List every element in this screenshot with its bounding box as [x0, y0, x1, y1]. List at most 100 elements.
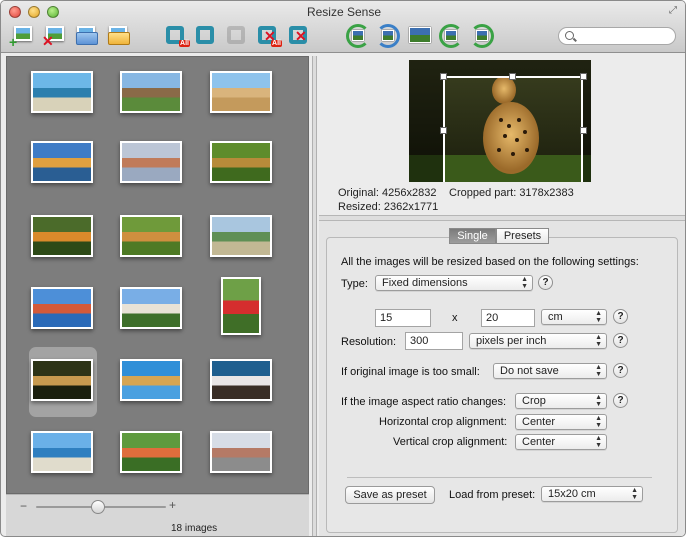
crop-handle[interactable] [580, 127, 587, 134]
width-field[interactable]: 15 [375, 309, 431, 327]
all-badge: All [271, 40, 282, 47]
image-thumbnail[interactable] [31, 287, 93, 329]
rotate-left-button[interactable] [344, 22, 372, 48]
type-popup[interactable]: Fixed dimensions ▲ ▼ [375, 275, 533, 291]
image-thumbnail[interactable] [210, 431, 272, 473]
rotate-right-button[interactable] [374, 22, 402, 48]
image-thumbnail[interactable] [221, 277, 261, 335]
cropped-size: Cropped part: 3178x2383 [449, 187, 574, 199]
add-images-button[interactable]: + [9, 22, 37, 50]
image-thumbnail[interactable] [120, 71, 182, 113]
image-thumbnail[interactable] [120, 215, 182, 257]
image-thumbnail[interactable] [120, 141, 182, 183]
vertical-splitter[interactable] [312, 56, 317, 536]
remove-images-button[interactable]: ✕ [41, 22, 69, 49]
too-small-label: If original image is too small: [341, 366, 480, 378]
aspect-label: If the image aspect ratio changes: [341, 396, 507, 408]
v-align-popup[interactable]: Center ▲ ▼ [515, 434, 607, 450]
settings-panel: All the images will be resized based on … [319, 221, 685, 536]
image-icon [445, 30, 457, 41]
image-thumbnail[interactable] [31, 215, 93, 257]
resolution-field[interactable]: 300 [405, 332, 463, 350]
unit-value: cm [548, 311, 563, 323]
preview-area: Original: 4256x2832 Resized: 2362x1771 C… [319, 56, 685, 216]
resized-size: Resized: 2362x1771 [338, 201, 439, 213]
settings-group: All the images will be resized based on … [326, 237, 678, 533]
rotate-ccw-button[interactable] [437, 22, 465, 48]
image-thumbnail[interactable] [210, 141, 272, 183]
image-thumbnail[interactable] [120, 431, 182, 473]
image-thumbnail[interactable] [210, 359, 272, 401]
open-folder-button[interactable] [72, 22, 100, 48]
unit-popup[interactable]: cm ▲ ▼ [541, 309, 607, 325]
image-thumbnail[interactable] [120, 287, 182, 329]
save-preset-button[interactable]: Save as preset [345, 486, 435, 504]
rotate-cw-button[interactable] [468, 22, 496, 48]
crop-icon [227, 26, 245, 44]
help-icon[interactable]: ? [613, 363, 628, 378]
resolution-unit-popup[interactable]: pixels per inch ▲ ▼ [469, 333, 607, 349]
image-thumbnail[interactable] [31, 71, 93, 113]
popup-arrows-icon: ▲ ▼ [595, 334, 602, 348]
crop-preview[interactable] [409, 60, 591, 182]
popup-arrows-icon: ▲ ▼ [631, 487, 638, 501]
h-align-popup[interactable]: Center ▲ ▼ [515, 414, 607, 430]
tab-presets[interactable]: Presets [496, 228, 549, 244]
image-icon [352, 30, 364, 41]
crop-rectangle[interactable] [443, 76, 583, 182]
image-thumbnail[interactable] [31, 431, 93, 473]
load-preset-popup[interactable]: 15x20 cm ▲ ▼ [541, 486, 643, 502]
crop-disabled-button[interactable] [223, 22, 251, 48]
help-icon[interactable]: ? [538, 275, 553, 290]
help-icon[interactable]: ? [613, 333, 628, 348]
fullscreen-icon[interactable]: ⤢ [669, 6, 679, 16]
crop-all-button[interactable]: All [162, 22, 190, 48]
folder-icon [108, 32, 130, 45]
image-browser[interactable] [6, 56, 309, 494]
search-input[interactable] [577, 29, 672, 43]
zoom-out-icon[interactable]: − [20, 499, 27, 513]
window-title: Resize Sense [306, 5, 382, 19]
resolution-label: Resolution: [341, 336, 397, 348]
crop-handle[interactable] [580, 73, 587, 80]
search-field[interactable] [558, 27, 676, 45]
tab-single[interactable]: Single [449, 228, 496, 244]
crop-handle[interactable] [440, 127, 447, 134]
crop-handle[interactable] [440, 73, 447, 80]
type-value: Fixed dimensions [382, 277, 468, 289]
type-label: Type: [341, 278, 368, 290]
crop-handle[interactable] [509, 73, 516, 80]
popup-arrows-icon: ▲ ▼ [595, 435, 602, 449]
zoom-in-icon[interactable]: + [169, 498, 176, 512]
crop-selected-button[interactable] [192, 22, 220, 48]
image-thumbnail[interactable] [31, 141, 93, 183]
help-icon[interactable]: ? [613, 393, 628, 408]
image-thumbnail[interactable] [120, 359, 182, 401]
height-field[interactable]: 20 [481, 309, 535, 327]
popup-arrows-icon: ▲ ▼ [595, 415, 602, 429]
separator [347, 477, 652, 478]
image-thumbnail[interactable] [31, 359, 93, 401]
remove-crop-button[interactable]: ✕ [285, 22, 313, 48]
popup-arrows-icon: ▲ ▼ [595, 364, 602, 378]
slider-knob[interactable] [91, 500, 105, 514]
popup-arrows-icon: ▲ ▼ [521, 276, 528, 290]
help-icon[interactable]: ? [613, 309, 628, 324]
aspect-popup[interactable]: Crop ▲ ▼ [515, 393, 607, 409]
open-folder-alt-button[interactable] [104, 22, 132, 48]
h-align-label: Horizontal crop alignment: [379, 416, 507, 428]
search-icon [565, 31, 574, 40]
image-icon [476, 30, 488, 41]
x-label: x [452, 312, 458, 324]
original-size: Original: 4256x2832 [338, 187, 437, 199]
popup-arrows-icon: ▲ ▼ [595, 394, 602, 408]
image-thumbnail[interactable] [210, 71, 272, 113]
remove-crop-all-button[interactable]: ✕ All [254, 22, 282, 48]
image-thumbnail[interactable] [210, 215, 272, 257]
h-align-value: Center [522, 416, 556, 428]
too-small-popup[interactable]: Do not save ▲ ▼ [493, 363, 607, 379]
flip-button[interactable] [406, 22, 434, 48]
folder-icon [76, 32, 98, 45]
too-small-value: Do not save [500, 365, 559, 377]
crop-icon [196, 26, 214, 44]
